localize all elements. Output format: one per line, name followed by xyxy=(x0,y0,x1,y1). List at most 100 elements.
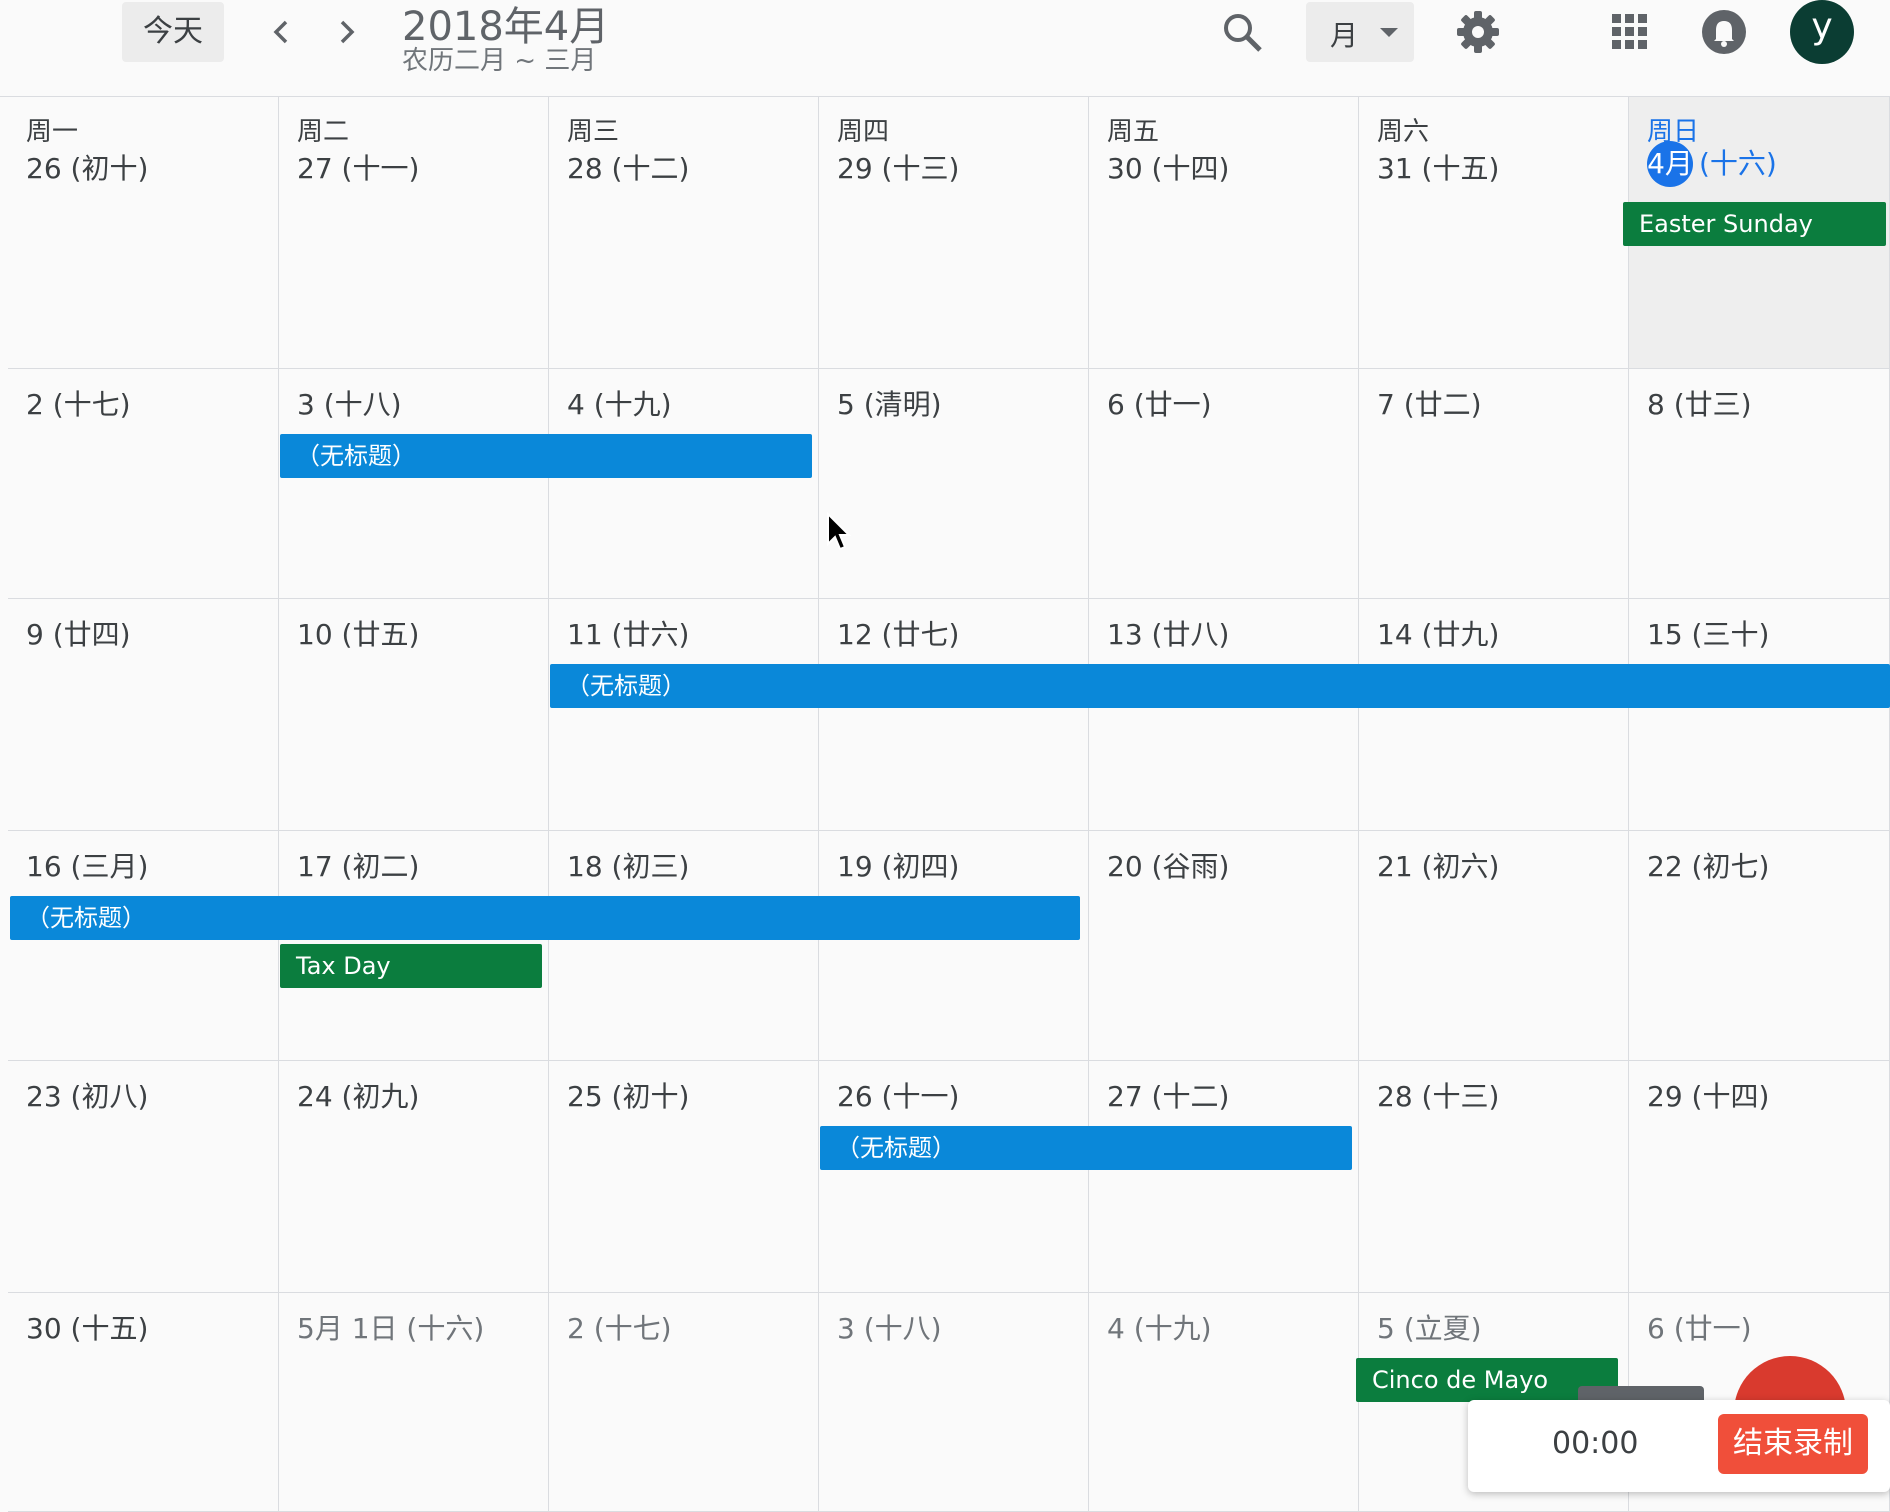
prev-month-button[interactable] xyxy=(260,10,304,54)
date-label[interactable]: 3 (十八) xyxy=(297,383,402,423)
date-label[interactable]: 29 (十四) xyxy=(1647,1075,1769,1115)
next-month-button[interactable] xyxy=(324,10,368,54)
day-cell[interactable]: 7 (廿二) xyxy=(1359,369,1629,599)
date-label[interactable]: 5 (立夏) xyxy=(1377,1307,1482,1347)
view-select[interactable]: 月 xyxy=(1306,2,1414,62)
date-label[interactable]: 2 (十七) xyxy=(26,383,131,423)
date-label[interactable]: 4 (十九) xyxy=(567,383,672,423)
day-cell[interactable]: 周二 27 (十一) xyxy=(279,97,549,369)
day-cell[interactable]: 4 (十九) xyxy=(1089,1293,1359,1512)
day-cell[interactable]: 3 (十八) xyxy=(279,369,549,599)
date-label[interactable]: 31 (十五) xyxy=(1377,147,1499,187)
day-cell[interactable]: 25 (初十) xyxy=(549,1061,819,1293)
day-cell[interactable]: 2 (十七) xyxy=(8,369,279,599)
day-cell[interactable]: 16 (三月) xyxy=(8,831,279,1061)
day-cell[interactable]: 20 (谷雨) xyxy=(1089,831,1359,1061)
day-cell[interactable]: 8 (廿三) xyxy=(1629,369,1890,599)
day-cell[interactable]: 22 (初七) xyxy=(1629,831,1890,1061)
date-label[interactable]: 29 (十三) xyxy=(837,147,959,187)
day-cell[interactable]: 周三 28 (十二) xyxy=(549,97,819,369)
day-cell[interactable]: 30 (十五) xyxy=(8,1293,279,1512)
date-label[interactable]: 12 (廿七) xyxy=(837,613,959,653)
day-cell[interactable]: 3 (十八) xyxy=(819,1293,1089,1512)
avatar[interactable]: y xyxy=(1790,0,1854,64)
date-label[interactable]: 30 (十四) xyxy=(1107,147,1229,187)
event-chip[interactable]: （无标题） xyxy=(10,896,1080,940)
day-cell[interactable]: 15 (三十) xyxy=(1629,599,1890,831)
event-chip[interactable]: （无标题） xyxy=(280,434,812,478)
mouse-pointer-icon xyxy=(827,512,852,551)
weekday-label: 周二 xyxy=(297,117,350,147)
day-cell[interactable]: 18 (初三) xyxy=(549,831,819,1061)
day-cell[interactable]: 5月 1日 (十六) xyxy=(279,1293,549,1512)
day-cell[interactable]: 6 (廿一) xyxy=(1089,369,1359,599)
today-badge: 4月 xyxy=(1647,141,1693,187)
event-chip[interactable]: （无标题） xyxy=(820,1126,1352,1170)
date-label[interactable]: 10 (廿五) xyxy=(297,613,419,653)
date-label[interactable]: 27 (十二) xyxy=(1107,1075,1229,1115)
date-label[interactable]: 5月 1日 (十六) xyxy=(297,1307,484,1347)
date-label[interactable]: 13 (廿八) xyxy=(1107,613,1229,653)
date-label[interactable]: 6 (廿一) xyxy=(1107,383,1212,423)
date-label[interactable]: 17 (初二) xyxy=(297,845,419,885)
day-cell[interactable]: 24 (初九) xyxy=(279,1061,549,1293)
day-cell[interactable]: 28 (十三) xyxy=(1359,1061,1629,1293)
day-cell[interactable]: 周六 31 (十五) xyxy=(1359,97,1629,369)
date-label[interactable]: 20 (谷雨) xyxy=(1107,845,1229,885)
search-icon[interactable] xyxy=(1218,8,1266,56)
date-label[interactable]: 30 (十五) xyxy=(26,1307,148,1347)
date-label[interactable]: 8 (廿三) xyxy=(1647,383,1752,423)
day-cell[interactable]: 21 (初六) xyxy=(1359,831,1629,1061)
date-label[interactable]: 22 (初七) xyxy=(1647,845,1769,885)
date-label[interactable]: 18 (初三) xyxy=(567,845,689,885)
date-label-today[interactable]: 4月 (十六) xyxy=(1647,141,1777,187)
date-label[interactable]: 21 (初六) xyxy=(1377,845,1499,885)
date-label[interactable]: 11 (廿六) xyxy=(567,613,689,653)
gear-icon[interactable] xyxy=(1454,8,1502,56)
day-cell[interactable]: 周四 29 (十三) xyxy=(819,97,1089,369)
date-label[interactable]: 6 (廿一) xyxy=(1647,1307,1752,1347)
today-button[interactable]: 今天 xyxy=(122,2,224,62)
date-label[interactable]: 26 (十一) xyxy=(837,1075,959,1115)
event-chip[interactable]: Tax Day xyxy=(280,944,542,988)
bell-icon[interactable] xyxy=(1700,8,1748,56)
date-label[interactable]: 16 (三月) xyxy=(26,845,148,885)
day-cell[interactable]: 14 (廿九) xyxy=(1359,599,1629,831)
day-cell[interactable]: 4 (十九) xyxy=(549,369,819,599)
date-label[interactable]: 19 (初四) xyxy=(837,845,959,885)
date-label[interactable]: 14 (廿九) xyxy=(1377,613,1499,653)
date-label[interactable]: 24 (初九) xyxy=(297,1075,419,1115)
date-label[interactable]: 25 (初十) xyxy=(567,1075,689,1115)
day-cell[interactable]: 周一 26 (初十) xyxy=(8,97,279,369)
date-label[interactable]: 28 (十二) xyxy=(567,147,689,187)
date-label[interactable]: 2 (十七) xyxy=(567,1307,672,1347)
event-chip[interactable]: Easter Sunday xyxy=(1623,202,1886,246)
day-cell[interactable]: 26 (十一) xyxy=(819,1061,1089,1293)
date-label[interactable]: 5 (清明) xyxy=(837,383,942,423)
date-label[interactable]: 23 (初八) xyxy=(26,1075,148,1115)
date-label[interactable]: 28 (十三) xyxy=(1377,1075,1499,1115)
date-label[interactable]: 3 (十八) xyxy=(837,1307,942,1347)
day-cell[interactable]: 27 (十二) xyxy=(1089,1061,1359,1293)
stop-recording-button[interactable]: 结束录制 xyxy=(1718,1414,1868,1474)
date-label[interactable]: 9 (廿四) xyxy=(26,613,131,653)
day-cell[interactable]: 29 (十四) xyxy=(1629,1061,1890,1293)
event-chip[interactable]: （无标题） xyxy=(550,664,1890,708)
day-cell[interactable]: 9 (廿四) xyxy=(8,599,279,831)
day-cell[interactable]: 5 (清明) xyxy=(819,369,1089,599)
date-label[interactable]: 15 (三十) xyxy=(1647,613,1769,653)
day-cell[interactable]: 周五 30 (十四) xyxy=(1089,97,1359,369)
date-label[interactable]: 7 (廿二) xyxy=(1377,383,1482,423)
day-cell[interactable]: 23 (初八) xyxy=(8,1061,279,1293)
date-label[interactable]: 4 (十九) xyxy=(1107,1307,1212,1347)
weekday-label: 周六 xyxy=(1377,117,1430,147)
date-label[interactable]: 26 (初十) xyxy=(26,147,148,187)
date-label[interactable]: 27 (十一) xyxy=(297,147,419,187)
day-cell[interactable]: 10 (廿五) xyxy=(279,599,549,831)
day-cell[interactable]: 11 (廿六) xyxy=(549,599,819,831)
day-cell[interactable]: 19 (初四) xyxy=(819,831,1089,1061)
apps-icon[interactable] xyxy=(1610,12,1650,52)
day-cell[interactable]: 2 (十七) xyxy=(549,1293,819,1512)
day-cell[interactable]: 13 (廿八) xyxy=(1089,599,1359,831)
day-cell[interactable]: 12 (廿七) xyxy=(819,599,1089,831)
